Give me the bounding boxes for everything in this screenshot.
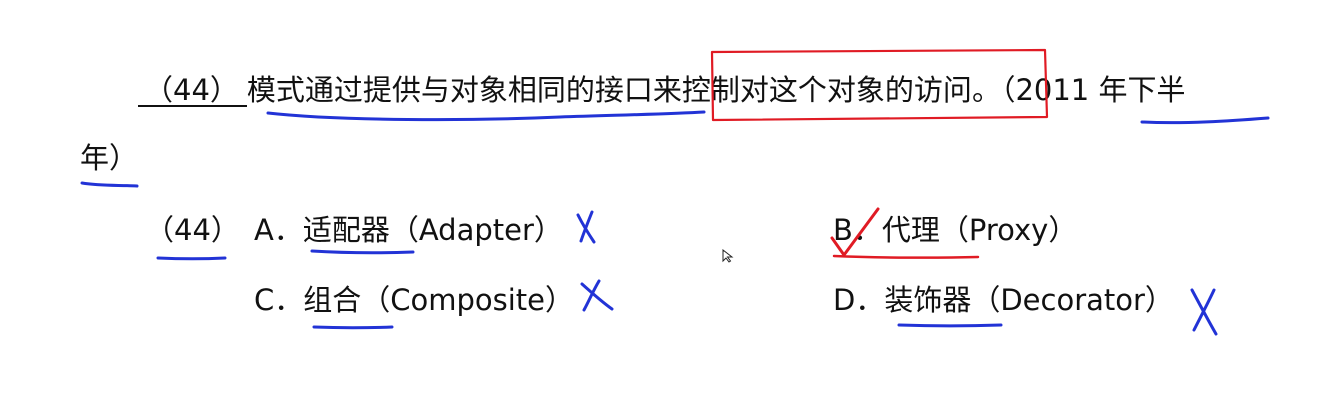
option-b-letter: B． xyxy=(833,213,882,247)
cross-mark-c-icon xyxy=(580,279,614,312)
option-c-underline xyxy=(312,325,394,330)
stem-highlight: 控制对这个对象的访问 xyxy=(681,73,972,107)
option-a-underline xyxy=(310,249,415,255)
option-d-text: 装饰器（Decorator） xyxy=(884,283,1174,317)
option-d[interactable]: D．装饰器（Decorator） xyxy=(833,282,1174,318)
year-underline xyxy=(80,181,139,188)
option-b[interactable]: B．代理（Proxy） xyxy=(833,212,1077,248)
question-number-blank: （44） xyxy=(138,75,247,107)
option-b-text: 代理（Proxy） xyxy=(881,213,1078,247)
option-a-letter: A． xyxy=(254,213,303,247)
option-d-letter: D． xyxy=(833,283,885,317)
answer-number: （44） xyxy=(145,213,240,247)
mouse-cursor-icon xyxy=(722,249,734,263)
stem-underline xyxy=(266,110,706,122)
cross-mark-a-icon xyxy=(576,210,596,244)
option-c-text: 组合（Composite） xyxy=(303,283,575,317)
stem-text: 模式通过提供与对象相同的接口来 xyxy=(246,73,682,107)
handwritten-annotations xyxy=(80,48,1270,336)
option-d-underline xyxy=(897,323,1003,328)
option-a[interactable]: A．适配器（Adapter） xyxy=(254,212,563,248)
term-underline xyxy=(1140,116,1270,125)
cross-mark-d-icon xyxy=(1190,288,1218,336)
option-c[interactable]: C．组合（Composite） xyxy=(254,282,574,318)
question-stem-wrap: 年） xyxy=(80,141,139,175)
answer-number-underline xyxy=(156,256,227,261)
option-b-underline xyxy=(832,254,980,259)
stem-source: 。（2011 年下半 xyxy=(971,73,1186,107)
option-c-letter: C． xyxy=(254,283,304,317)
question-stem: （44） 模式通过提供与对象相同的接口来控制对这个对象的访问。（2011 年下半 xyxy=(138,72,1185,108)
option-a-text: 适配器（Adapter） xyxy=(302,213,563,247)
